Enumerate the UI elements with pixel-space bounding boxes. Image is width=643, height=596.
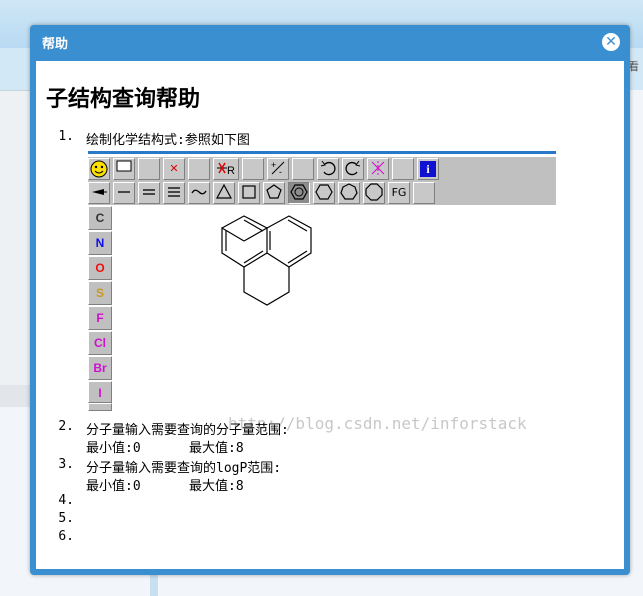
max-value-label: 最大值:8 <box>189 441 244 456</box>
background-left-strip <box>0 385 32 407</box>
atom-button-s: S <box>88 281 112 305</box>
pentagon-ring-icon <box>263 182 285 204</box>
clean-icon <box>367 158 389 180</box>
charge-icon: + - <box>267 158 289 180</box>
new-file-icon <box>113 158 135 180</box>
atom-button-br: Br <box>88 356 112 380</box>
svg-text:R: R <box>227 165 235 177</box>
chain-icon <box>188 182 210 204</box>
rgroup-icon: R <box>213 158 239 180</box>
redo-icon <box>342 158 364 180</box>
blank-button <box>392 158 414 180</box>
page-title: 子结构查询帮助 <box>46 87 201 112</box>
list-item-text: 绘制化学结构式:参照如下图 <box>86 133 250 148</box>
list-item-number: 3. <box>58 457 74 472</box>
triple-bond-icon <box>163 182 185 204</box>
atom-button-o: O <box>88 256 112 280</box>
blank-button <box>292 158 314 180</box>
drawing-canvas <box>112 206 556 411</box>
benzene-ring-icon <box>288 182 310 204</box>
atom-palette-more <box>88 403 112 411</box>
wedge-bond-icon <box>88 182 110 204</box>
svg-text:+: + <box>271 160 276 170</box>
atom-button-f: F <box>88 306 112 330</box>
atom-button-c: C <box>88 206 112 230</box>
list-item-number: 1. <box>58 129 74 144</box>
blank-button <box>188 158 210 180</box>
square-ring-icon <box>238 182 260 204</box>
atom-button-i: I <box>88 381 112 403</box>
hexagon-ring-icon <box>313 182 335 204</box>
min-value-label: 最小值:0 <box>86 441 141 456</box>
atom-button-n: N <box>88 231 112 255</box>
toolbar-filler <box>442 158 556 180</box>
functional-group-button: FG <box>388 182 410 204</box>
close-icon[interactable]: ✕ <box>602 33 620 51</box>
blank-button <box>413 182 435 204</box>
list-item-text: 分子量输入需要查询的logP范围: <box>86 461 282 476</box>
molecule-structure <box>221 215 312 306</box>
blank-button <box>138 158 160 180</box>
toolbar-filler <box>438 182 556 204</box>
dialog-body: 子结构查询帮助 1. 绘制化学结构式:参照如下图 ✕ R + - i FG C … <box>36 61 624 569</box>
structure-editor-image: ✕ R + - i FG C N O S F Cl Br I http://bl… <box>88 151 556 433</box>
help-dialog: 帮助 ✕ 子结构查询帮助 1. 绘制化学结构式:参照如下图 ✕ R + - i … <box>30 25 630 575</box>
background-bottom-bar <box>150 574 158 596</box>
dialog-title: 帮助 <box>42 37 69 52</box>
single-bond-icon <box>113 182 135 204</box>
atom-button-cl: Cl <box>88 331 112 355</box>
triangle-ring-icon <box>213 182 235 204</box>
delete-icon: ✕ <box>163 158 185 180</box>
min-value-label: 最小值:0 <box>86 479 141 494</box>
editor-accent-line <box>88 151 556 154</box>
list-item-number: 6. <box>58 529 74 544</box>
svg-text:-: - <box>279 167 282 177</box>
list-item-text: 分子量输入需要查询的分子量范围: <box>86 423 289 438</box>
octagon-ring-icon <box>363 182 385 204</box>
max-value-label: 最大值:8 <box>189 479 244 494</box>
list-item-number: 4. <box>58 493 74 508</box>
info-icon: i <box>417 158 439 180</box>
blank-button <box>242 158 264 180</box>
heptagon-ring-icon <box>338 182 360 204</box>
background-left-panel <box>0 90 32 391</box>
undo-icon <box>317 158 339 180</box>
editor-toolbar-top: ✕ R + - i <box>88 157 556 181</box>
editor-toolbar-bottom: FG <box>88 181 556 205</box>
list-item-number: 2. <box>58 419 74 434</box>
double-bond-icon <box>138 182 160 204</box>
smiley-icon <box>88 158 110 180</box>
list-item-number: 5. <box>58 511 74 526</box>
